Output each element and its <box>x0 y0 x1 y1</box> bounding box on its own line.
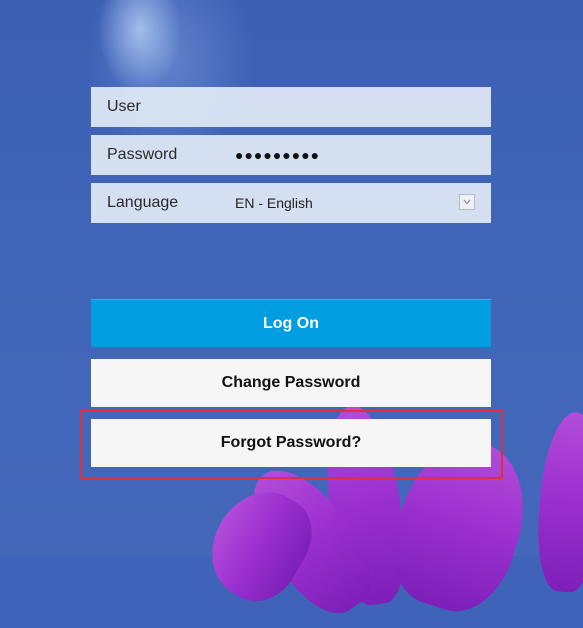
user-field[interactable]: User <box>91 87 491 127</box>
user-label: User <box>107 98 141 115</box>
password-field[interactable]: Password ●●●●●●●●● <box>91 135 491 175</box>
language-label: Language <box>107 194 179 211</box>
language-select[interactable]: Language EN - English <box>91 183 491 223</box>
forgot-password-button[interactable]: Forgot Password? <box>91 419 491 467</box>
forgot-password-label: Forgot Password? <box>220 434 362 451</box>
language-dropdown-button[interactable] <box>459 194 475 210</box>
password-label: Password <box>107 146 178 163</box>
log-on-button[interactable]: Log On <box>91 299 491 347</box>
chevron-down-icon <box>463 199 471 205</box>
change-password-button[interactable]: Change Password <box>91 359 491 407</box>
language-selected-value[interactable]: EN - English <box>235 183 313 223</box>
change-password-label: Change Password <box>221 374 361 391</box>
log-on-label: Log On <box>263 314 319 332</box>
password-input-value[interactable]: ●●●●●●●●● <box>235 135 320 175</box>
